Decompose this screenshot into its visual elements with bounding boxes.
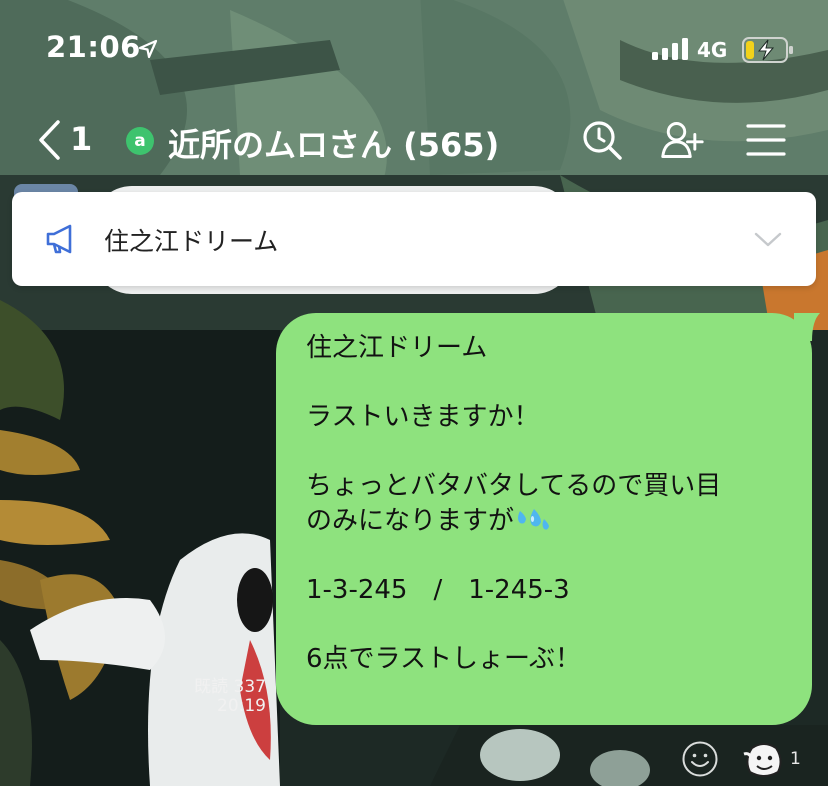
message-line-with-emoji: のみになりますが (306, 504, 788, 539)
message-bubble[interactable]: 住之江ドリーム ラストいきますか！ ちょっとバタバタしてるので買い目 のみになり… (276, 313, 812, 725)
message-line (306, 366, 788, 401)
message-line (306, 538, 788, 573)
message-line: 住之江ドリーム (306, 333, 488, 363)
message-line (306, 607, 788, 642)
unread-count[interactable]: 1 (70, 120, 92, 158)
add-friend-icon[interactable] (660, 118, 704, 162)
back-chevron-icon[interactable] (36, 118, 62, 162)
network-type: 4G (697, 38, 728, 62)
announcement-bar[interactable]: 住之江ドリーム (12, 192, 816, 286)
read-receipt[interactable]: 既読 337 (186, 672, 266, 697)
message-line (306, 435, 788, 470)
signal-bars-icon (652, 38, 688, 60)
announcement-text: 住之江ドリーム (104, 227, 279, 256)
message-time: 20:19 (217, 696, 266, 716)
message-line: ラストいきますか！ (306, 402, 540, 432)
message-line: 6点でラストしょーぶ！ (306, 643, 581, 674)
sticker-reaction-icon[interactable] (742, 740, 786, 780)
megaphone-icon (46, 224, 72, 254)
message-line: 1-3-245 / 1-245-3 (306, 574, 570, 605)
battery-charging-icon (742, 37, 793, 63)
open-chat-badge: a (126, 127, 154, 155)
search-icon[interactable] (580, 118, 624, 162)
location-arrow-icon (138, 39, 158, 59)
status-time: 21:06 (46, 30, 141, 64)
sweat-drops-icon (518, 508, 550, 530)
chat-title[interactable]: 近所のムロさん (565) (168, 120, 499, 166)
menu-icon[interactable] (744, 118, 788, 162)
reaction-count: 1 (790, 749, 801, 769)
message-line: ちょっとバタバタしてるので買い目 (306, 471, 722, 501)
chevron-down-icon[interactable] (754, 228, 782, 250)
message-line: のみになりますが (306, 505, 515, 536)
smiley-react-icon[interactable] (681, 740, 719, 778)
